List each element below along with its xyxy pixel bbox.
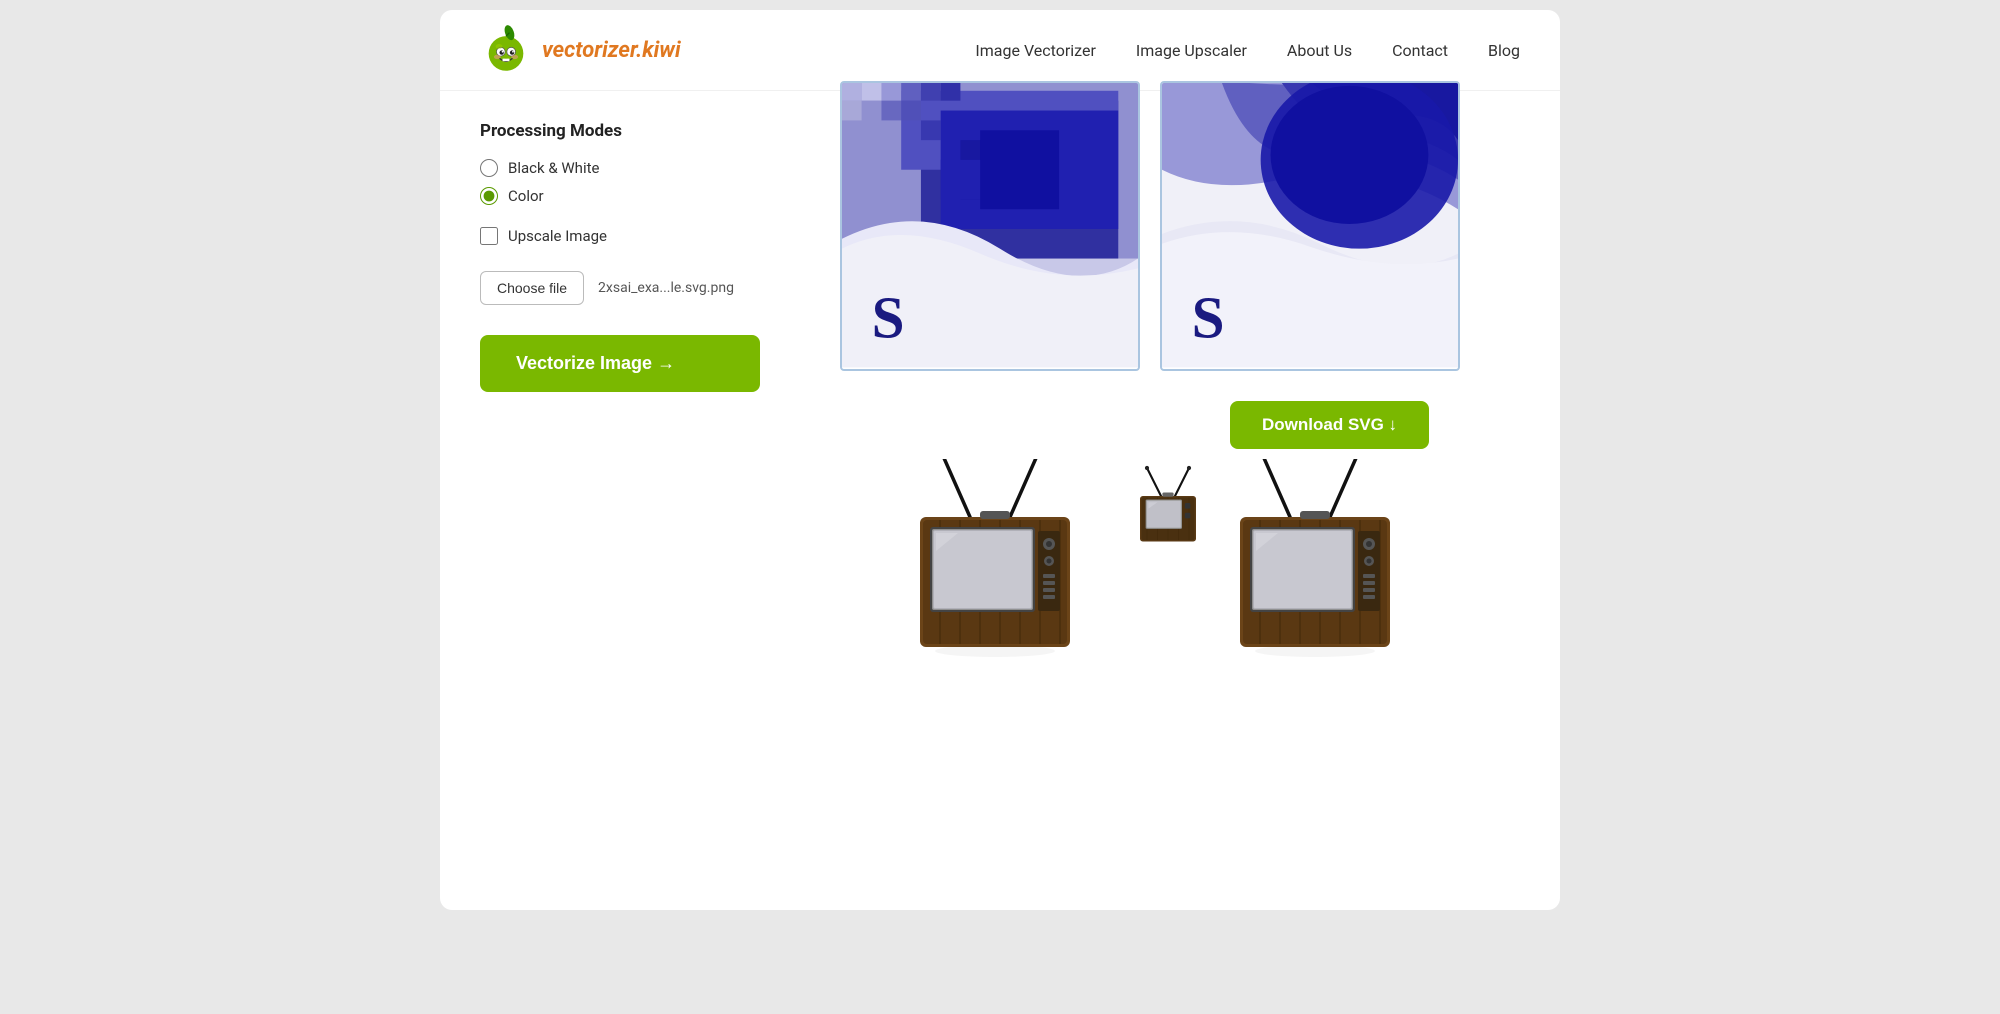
content-area: Processing Modes Black & White Color Ups… xyxy=(440,91,1560,799)
nav-contact[interactable]: Contact xyxy=(1392,41,1448,60)
nav-image-vectorizer[interactable]: Image Vectorizer xyxy=(975,41,1095,60)
navbar: vectorizer.kiwi Image Vectorizer Image U… xyxy=(440,10,1560,91)
logo-icon xyxy=(480,24,532,76)
left-panel: Processing Modes Black & White Color Ups… xyxy=(440,91,820,799)
upscale-text: Upscale Image xyxy=(508,227,607,245)
choose-file-button[interactable]: Choose file xyxy=(480,271,584,305)
radio-group: Black & White Color xyxy=(480,159,780,205)
processing-modes-title: Processing Modes xyxy=(480,121,780,141)
upscale-label[interactable]: Upscale Image xyxy=(480,227,607,245)
file-input-row: Choose file 2xsai_exa...le.svg.png xyxy=(480,271,780,305)
logo-text: vectorizer.kiwi xyxy=(542,38,681,63)
vectorize-button[interactable]: Vectorize Image → xyxy=(480,335,760,392)
main-card: vectorizer.kiwi Image Vectorizer Image U… xyxy=(440,10,1560,910)
nav-links: Image Vectorizer Image Upscaler About Us… xyxy=(975,41,1520,60)
tv-scene xyxy=(840,479,1540,799)
preview-before-svg: S xyxy=(842,81,1138,369)
checkbox-group: Upscale Image xyxy=(480,227,780,245)
nav-image-upscaler[interactable]: Image Upscaler xyxy=(1136,41,1247,60)
right-panel: S xyxy=(820,91,1560,799)
download-svg-button[interactable]: Download SVG ↓ xyxy=(1230,401,1429,449)
mode-bw-text: Black & White xyxy=(508,159,599,177)
preview-row: S xyxy=(840,81,1540,371)
mode-color-label[interactable]: Color xyxy=(480,187,780,205)
svg-text:S: S xyxy=(1192,284,1225,350)
nav-about-us[interactable]: About Us xyxy=(1287,41,1352,60)
logo-link[interactable]: vectorizer.kiwi xyxy=(480,24,681,76)
mode-color-text: Color xyxy=(508,187,544,205)
preview-after-svg: S xyxy=(1162,81,1458,369)
nav-blog[interactable]: Blog xyxy=(1488,41,1520,60)
file-name: 2xsai_exa...le.svg.png xyxy=(598,280,734,296)
mode-bw-radio[interactable] xyxy=(480,159,498,177)
preview-before: S xyxy=(840,81,1140,371)
tv-scene-svg xyxy=(840,459,1540,759)
mode-color-radio[interactable] xyxy=(480,187,498,205)
page-wrapper: vectorizer.kiwi Image Vectorizer Image U… xyxy=(0,0,2000,1014)
svg-text:S: S xyxy=(872,284,905,350)
mode-bw-label[interactable]: Black & White xyxy=(480,159,780,177)
preview-after: S xyxy=(1160,81,1460,371)
upscale-checkbox[interactable] xyxy=(480,227,498,245)
